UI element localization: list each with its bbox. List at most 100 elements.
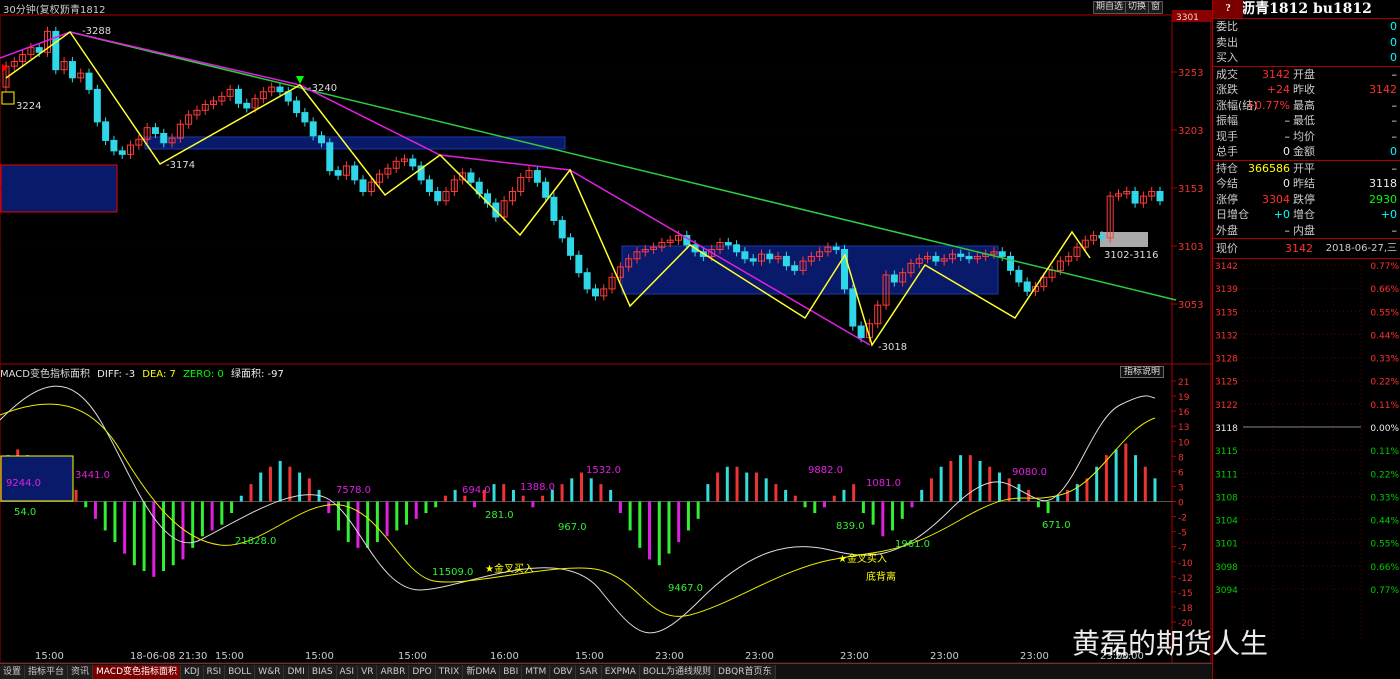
- indicator-tab[interactable]: MACD变色指标面积: [93, 665, 182, 679]
- mini-tick-chart[interactable]: 3142 0.77% 3139 0.66% 3135 0.55% 3132 0.44% 3128…: [1213, 259, 1400, 654]
- position-stats: 持仓 366586 开平 – 今结 0 昨结 3118 涨停 3304 跌停 2930 日增仓 +0 增仓 +…: [1213, 161, 1400, 239]
- indicator-tab[interactable]: KDJ: [181, 665, 204, 679]
- candle-body: [434, 190, 442, 202]
- time-label: 23:00: [840, 651, 869, 662]
- mini-price: 3108: [1215, 493, 1238, 503]
- switch-button[interactable]: 切换: [1125, 1, 1150, 14]
- time-label: 15:00: [575, 651, 604, 662]
- price-label: 3203: [1178, 126, 1203, 137]
- quote-row-label: 日增仓: [1216, 208, 1249, 221]
- quote-row-value2: –: [1391, 129, 1398, 143]
- candle-body: [68, 61, 76, 79]
- mini-pct: 0.22%: [1370, 470, 1399, 480]
- indicator-tab[interactable]: DPO: [409, 665, 436, 679]
- indicator-tab[interactable]: DBQR首页东: [715, 665, 776, 679]
- quote-panel: ? 沥青1812 bu1812 委比 0 卖出 0 买入 0 成交 3142 开盘 – 涨跌 +24…: [1212, 0, 1400, 679]
- chart-frame: [0, 14, 1212, 664]
- quote-row-value2: 0: [1390, 51, 1397, 64]
- marker-zone: [0, 164, 118, 213]
- macd-axis-label: -2: [1178, 514, 1187, 524]
- macd-value-label: 9080.0: [1012, 467, 1047, 478]
- candle-body: [542, 181, 550, 198]
- indicator-tab[interactable]: BOLL: [225, 665, 256, 679]
- price-label: 3253: [1178, 68, 1203, 79]
- mini-price: 3139: [1215, 285, 1238, 295]
- kline-canvas[interactable]: 330132533203315331033053-32883224-3240-3…: [0, 0, 1212, 679]
- chart-area[interactable]: 3301 3253 3203 3153 3103 3053 -3288 3224 -3240 -3…: [0, 0, 1400, 679]
- window-button[interactable]: 窗: [1148, 1, 1164, 14]
- quote-row-value: 3304: [1262, 192, 1290, 206]
- quote-row-label: 振幅: [1216, 114, 1238, 127]
- macd-axis-label: 19: [1178, 393, 1190, 403]
- candle-body: [1007, 255, 1015, 271]
- candle-body: [583, 272, 591, 290]
- indicator-tab[interactable]: SAR: [576, 665, 602, 679]
- indicator-tab[interactable]: TRIX: [435, 665, 464, 679]
- candle-body: [425, 179, 433, 192]
- quote-row: 委比 0: [1213, 19, 1400, 35]
- quote-row-value2: –: [1391, 67, 1398, 81]
- mini-pct: 0.77%: [1370, 586, 1399, 596]
- quote-row: 涨停 3304 跌停 2930: [1213, 192, 1400, 208]
- indicator-tab[interactable]: MTM: [522, 665, 551, 679]
- candle-body: [102, 121, 110, 141]
- indicator-tab[interactable]: ASI: [336, 665, 359, 679]
- indicator-help-button[interactable]: 指标说明: [1120, 366, 1165, 378]
- indicator-tab[interactable]: RSI: [203, 665, 226, 679]
- candle-body: [85, 72, 93, 90]
- macd-value-label: 9467.0: [668, 583, 703, 594]
- candle-body: [782, 255, 790, 267]
- macd-axis-label: 3: [1178, 483, 1184, 493]
- indicator-tab[interactable]: BOLL为通线规则: [639, 665, 716, 679]
- quote-row-value2: 0: [1390, 145, 1397, 158]
- macd-value-label: 54.0: [14, 507, 36, 518]
- price-label: 3153: [1178, 184, 1203, 195]
- macd-value-label: 1532.0: [586, 465, 621, 476]
- indicator-tab[interactable]: 资讯: [68, 665, 94, 679]
- quote-row: 外盘 – 内盘 –: [1213, 223, 1400, 239]
- indicator-tab[interactable]: VR: [358, 665, 378, 679]
- candle-body: [351, 165, 359, 181]
- macd-value-label: 11509.0: [432, 567, 473, 578]
- candle-body: [118, 150, 126, 155]
- candle-body: [741, 251, 749, 260]
- quote-code[interactable]: ?: [1213, 0, 1243, 18]
- indicator-tab[interactable]: DMI: [284, 665, 309, 679]
- indicator-tab[interactable]: W&R: [255, 665, 285, 679]
- self-select-button[interactable]: 期自选: [1093, 1, 1127, 14]
- candle-body: [749, 258, 757, 262]
- macd-value-label: 3441.0: [75, 470, 110, 481]
- indicator-tab[interactable]: 设置: [0, 665, 26, 679]
- resistance-zone: [144, 136, 566, 150]
- price-label: 3103: [1178, 242, 1203, 253]
- quote-row-value2: +0: [1380, 208, 1397, 221]
- indicator-tab[interactable]: ARBR: [377, 665, 410, 679]
- candle-body: [160, 132, 168, 144]
- macd-axis-label: -12: [1178, 574, 1193, 584]
- indicator-tab[interactable]: EXPMA: [601, 665, 640, 679]
- indicator-tab[interactable]: 新DMA: [463, 665, 501, 679]
- consolidation-zone: [621, 245, 999, 295]
- mini-price: 3098: [1215, 563, 1238, 573]
- candle-body: [243, 102, 251, 109]
- watermark: 黄磊的期货人生: [1072, 627, 1269, 660]
- quote-row-label2: 昨收: [1293, 83, 1315, 96]
- quote-row-label: 涨跌: [1216, 83, 1238, 96]
- indicator-tabs: 设置 指标平台 资讯 MACD变色指标面积 KDJ RSI BOLL W&R DMI BIAS AS…: [0, 663, 1212, 679]
- quote-row-value2: 3118: [1369, 177, 1397, 190]
- indicator-tab[interactable]: BIAS: [308, 665, 337, 679]
- macd-axis-label: 10: [1178, 438, 1190, 448]
- candle-body: [409, 158, 417, 167]
- quote-row-label: 涨停: [1216, 192, 1238, 206]
- macd-title: MACD变色指标面积: [0, 369, 90, 380]
- macd-value-label: 1081.0: [866, 478, 901, 489]
- candle-body: [293, 100, 301, 114]
- macd-value-label: 7578.0: [336, 485, 371, 496]
- time-label: 16:00: [490, 651, 519, 662]
- quote-row: 成交 3142 开盘 –: [1213, 67, 1400, 83]
- candle-body: [1015, 269, 1023, 283]
- indicator-tab[interactable]: BBI: [500, 665, 523, 679]
- indicator-tab[interactable]: 指标平台: [25, 665, 69, 679]
- mini-price: 3132: [1215, 331, 1238, 341]
- indicator-tab[interactable]: OBV: [550, 665, 577, 679]
